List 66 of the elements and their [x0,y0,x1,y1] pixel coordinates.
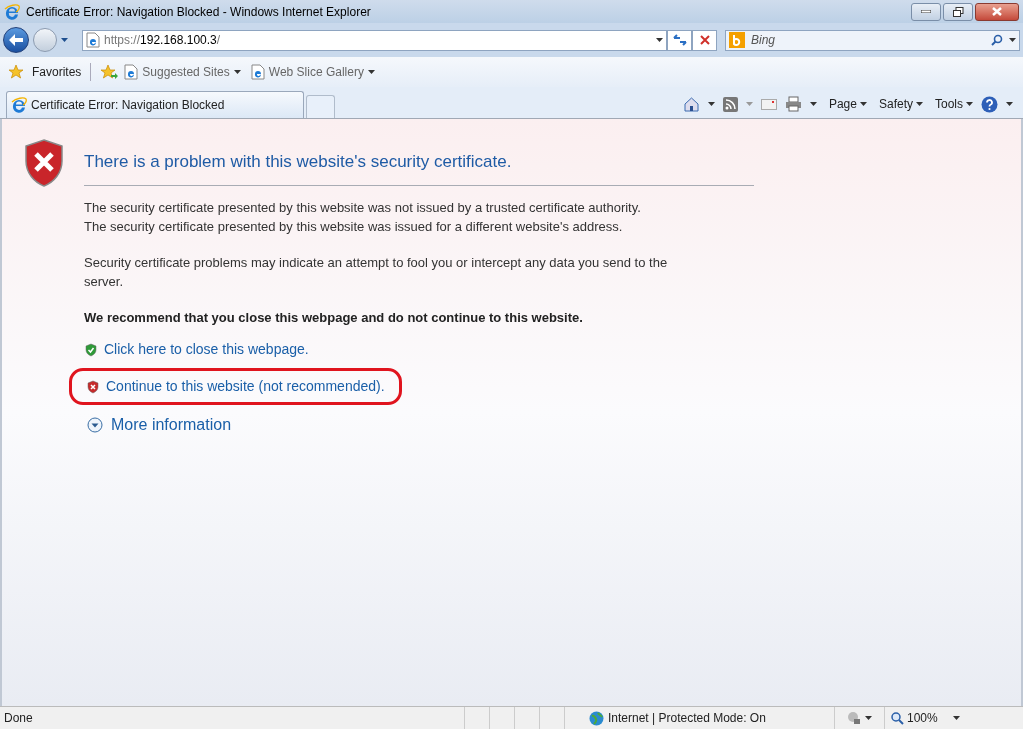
webpage-link[interactable]: Continue to this website (not recommended). [106,376,385,397]
back-arrow-icon [9,34,23,46]
feed-icon[interactable] [722,96,738,112]
restore-icon [952,6,964,17]
search-field[interactable]: Bing [725,29,1020,51]
refresh-button[interactable] [667,29,692,51]
security-zone-text: Internet | Protected Mode: On [608,710,766,727]
stop-button[interactable] [692,29,717,51]
minimize-icon [921,10,931,13]
more-information-link[interactable]: More information [111,413,232,437]
address-field[interactable]: https://192.168.100.3/ [82,29,667,51]
webpage-link[interactable]: Click here to close this webpage. [104,339,309,360]
caret-icon[interactable] [809,102,817,106]
check-shield-icon [84,342,98,357]
url-text: https://192.168.100.3/ [104,32,221,49]
error-description: The security certificate presented by this website was not issued by a trusted certificate authority. [84,198,642,217]
x-shield-icon [24,139,64,187]
close-icon [992,7,1002,16]
error-description: Security certificate problems may indicate an attempt to fool you or intercept any data you send to the server. [84,253,669,291]
star-icon[interactable] [8,64,26,80]
caret-icon[interactable] [966,102,973,106]
caret-icon[interactable] [61,38,68,42]
error-description: The security certificate presented by this website was issued for a different website's address. [84,217,624,236]
browser-tab[interactable]: Certificate Error: Navigation Blocked [6,91,304,118]
star-plus-icon[interactable] [100,64,119,80]
recommendation-text: We recommend that you close this webpage and do not continue to this website. [84,308,584,327]
zoom-level[interactable]: 100% [907,709,938,727]
caret-icon[interactable] [952,716,960,720]
refresh-arrows-icon [672,34,687,46]
printer-icon[interactable] [784,96,802,112]
search-icon[interactable] [991,34,1003,46]
error-heading: There is a problem with this website's security certificate. [84,151,513,173]
search-input[interactable]: Bing [751,31,985,49]
help-icon[interactable] [981,95,998,113]
page-e-icon [86,32,100,48]
caret-icon[interactable] [859,102,867,106]
page-e-icon [250,64,265,80]
caret-icon[interactable] [707,102,715,106]
stop-x-icon [699,35,710,45]
close-button[interactable] [975,2,1019,21]
home-icon[interactable] [682,96,700,112]
command-menu-button[interactable]: Page [828,95,867,113]
globe-icon [589,710,604,726]
page-e-icon [124,64,139,80]
search-provider-icon [729,32,745,48]
favorites-button[interactable]: Favorites [32,63,82,81]
favorites-link[interactable]: Suggested Sites [142,63,230,81]
caret-icon[interactable] [865,716,872,720]
caret-icon[interactable] [1006,102,1013,106]
window-title: Certificate Error: Navigation Blocked - Windows Internet Explorer [26,3,371,21]
x-shield-icon [86,379,100,394]
e-logo-icon [4,3,20,20]
caret-icon[interactable] [1009,38,1016,42]
command-menu-button[interactable]: Safety [878,95,923,113]
expand-icon[interactable] [87,417,103,433]
status-text: Done [3,710,34,727]
caret-icon[interactable] [233,70,241,74]
restore-button[interactable] [943,2,973,21]
favorites-link[interactable]: Web Slice Gallery [268,63,364,81]
zoom-icon[interactable] [891,711,904,725]
caret-icon[interactable] [367,70,375,74]
caret-icon[interactable] [656,38,663,42]
command-menu-button[interactable]: Tools [935,95,973,113]
e-logo-icon [11,97,27,113]
back-button[interactable] [3,27,29,53]
caret-icon[interactable] [916,102,923,106]
